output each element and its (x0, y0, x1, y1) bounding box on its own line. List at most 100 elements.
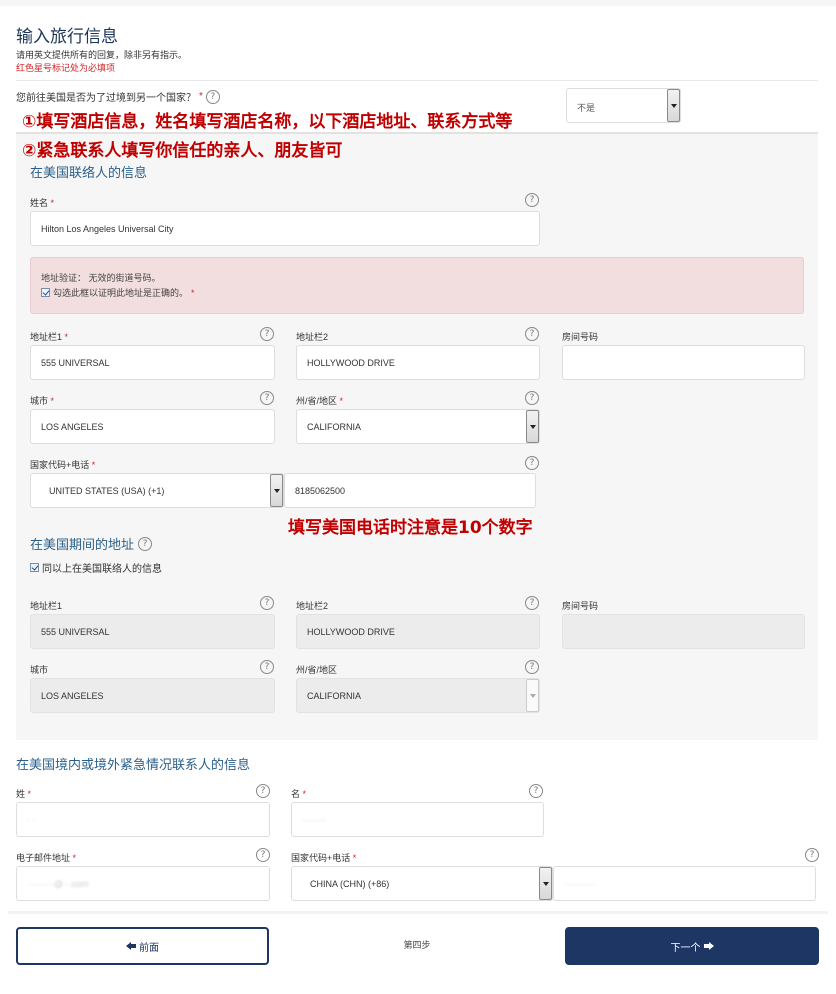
address-confirm-checkbox[interactable] (41, 288, 50, 297)
us-city-value: LOS ANGELES (41, 691, 104, 701)
address-confirm-label[interactable]: 勾选此框以证明此地址是正确的。 (53, 286, 188, 299)
city-input[interactable]: LOS ANGELES (30, 409, 275, 444)
required-mark: * (72, 853, 77, 863)
transit-select-value: 不是 (577, 103, 596, 113)
next-button-label: 下一个 (670, 942, 701, 954)
help-icon[interactable]: ? (260, 327, 274, 341)
help-icon[interactable]: ? (525, 327, 539, 341)
label-text: 房间号码 (562, 332, 599, 342)
us-address-section-title: 在美国期间的地址 ? (30, 534, 153, 553)
arrow-left-icon (126, 942, 136, 950)
label-text: 名 (291, 789, 301, 799)
chevron-down-icon[interactable] (667, 89, 680, 122)
required-mark: * (199, 91, 203, 102)
address2-label: 地址栏2 (296, 330, 328, 343)
us-state-value: CALIFORNIA (307, 691, 362, 701)
us-address2-value: HOLLYWOOD DRIVE (307, 627, 395, 637)
required-mark: * (352, 853, 357, 863)
label-text: 地址栏2 (296, 332, 329, 342)
same-as-contact-checkbox[interactable] (30, 563, 39, 572)
help-icon[interactable]: ? (525, 596, 539, 610)
label-text: 电子邮件地址 (16, 853, 71, 863)
help-icon[interactable]: ? (805, 848, 819, 862)
same-as-contact-label[interactable]: 同以上在美国联络人的信息 (42, 560, 162, 575)
help-icon[interactable]: ? (260, 391, 274, 405)
address2-input[interactable]: HOLLYWOOD DRIVE (296, 345, 540, 380)
city-label: 城市 * (30, 394, 54, 407)
required-mark: * (91, 460, 96, 470)
email-input[interactable]: ·········@··.com (16, 866, 270, 901)
address1-input[interactable]: 555 UNIVERSAL (30, 345, 275, 380)
label-text: 国家代码+电话 (291, 853, 351, 863)
label-text: 地址栏1 (30, 601, 63, 611)
us-contact-section-title: 在美国联络人的信息 (30, 162, 147, 181)
chevron-down-icon[interactable] (539, 867, 552, 900)
help-icon[interactable]: ? (529, 784, 543, 798)
contact-name-value: Hilton Los Angeles Universal City (41, 224, 174, 234)
label-text: 国家代码+电话 (30, 460, 90, 470)
help-icon[interactable]: ? (260, 660, 274, 674)
help-icon[interactable]: ? (525, 193, 539, 207)
address1-value: 555 UNIVERSAL (41, 358, 110, 368)
label-text: 城市 (30, 396, 49, 406)
chevron-down-icon[interactable] (270, 474, 283, 507)
us-address1-label: 地址栏1 (30, 599, 62, 612)
top-bar (0, 0, 836, 6)
phone-country-value: UNITED STATES (USA) (+1) (49, 486, 165, 496)
given-name-input[interactable]: ········ (291, 802, 544, 837)
room-label: 房间号码 (562, 330, 598, 343)
us-city-input: LOS ANGELES (30, 678, 275, 713)
required-mark: * (339, 396, 344, 406)
surname-input[interactable]: · · (16, 802, 270, 837)
emergency-phone-number-input[interactable]: ··········· (553, 866, 816, 901)
required-mark: * (50, 396, 55, 406)
next-button[interactable]: 下一个 (565, 927, 819, 965)
phone-country-select[interactable]: UNITED STATES (USA) (+1) (30, 473, 284, 508)
chevron-down-icon[interactable] (526, 410, 539, 443)
emergency-section-title-text: 在美国境内或境外紧急情况联系人的信息 (16, 757, 251, 772)
transit-question-label: 您前往美国是否为了过境到另一个国家？ (16, 93, 196, 104)
us-address1-value: 555 UNIVERSAL (41, 627, 110, 637)
help-icon[interactable]: ? (138, 536, 153, 551)
previous-button-label: 前面 (139, 942, 159, 954)
us-address2-input: HOLLYWOOD DRIVE (296, 614, 540, 649)
help-icon[interactable]: ? (260, 596, 274, 610)
given-name-label: 名 * (291, 787, 306, 800)
phone-number-input[interactable]: 8185062500 (284, 473, 536, 508)
chevron-down-icon (526, 679, 539, 712)
contact-name-input[interactable]: Hilton Los Angeles Universal City (30, 211, 540, 246)
surname-label: 姓 * (16, 787, 31, 800)
english-hint: 请用英文提供所有的回复，除非另有指示。 (16, 50, 188, 60)
address-validation-message: 地址验证： 无效的街道号码。 (41, 273, 161, 283)
label-text: 姓 (16, 789, 26, 799)
room-input[interactable] (562, 345, 805, 380)
label-text: 城市 (30, 665, 49, 675)
help-icon[interactable]: ? (525, 456, 539, 470)
emergency-phone-label: 国家代码+电话 * (291, 851, 356, 864)
page-title: 输入旅行信息 (16, 27, 118, 46)
emergency-phone-country-value: CHINA (CHN) (+86) (310, 879, 390, 889)
help-icon[interactable]: ? (256, 784, 270, 798)
required-mark: * (302, 789, 307, 799)
help-icon[interactable]: ? (256, 848, 270, 862)
required-mark: * (27, 789, 32, 799)
help-icon[interactable]: ? (525, 660, 539, 674)
same-as-contact-row[interactable]: 同以上在美国联络人的信息 (30, 560, 162, 575)
required-hint: 红色星号标记处为必填项 (16, 63, 116, 73)
state-select[interactable]: CALIFORNIA (296, 409, 540, 444)
us-state-select: CALIFORNIA (296, 678, 540, 713)
us-address2-label: 地址栏2 (296, 599, 328, 612)
label-text: 州/省/地区 (296, 665, 338, 675)
help-icon[interactable]: ? (525, 391, 539, 405)
transit-select[interactable]: 不是 (566, 88, 681, 123)
help-icon[interactable]: ? (205, 89, 220, 104)
phone-number-value: 8185062500 (295, 486, 346, 496)
surname-value: · · (27, 815, 36, 825)
required-mark: * (64, 332, 69, 342)
previous-button[interactable]: 前面 (16, 927, 269, 965)
us-address-section-title-text: 在美国期间的地址 (30, 537, 135, 552)
arrow-right-icon (703, 942, 714, 950)
address-confirm-row[interactable]: 勾选此框以证明此地址是正确的。 * (41, 286, 195, 299)
address2-value: HOLLYWOOD DRIVE (307, 358, 395, 368)
emergency-phone-country-select[interactable]: CHINA (CHN) (+86) (291, 866, 553, 901)
